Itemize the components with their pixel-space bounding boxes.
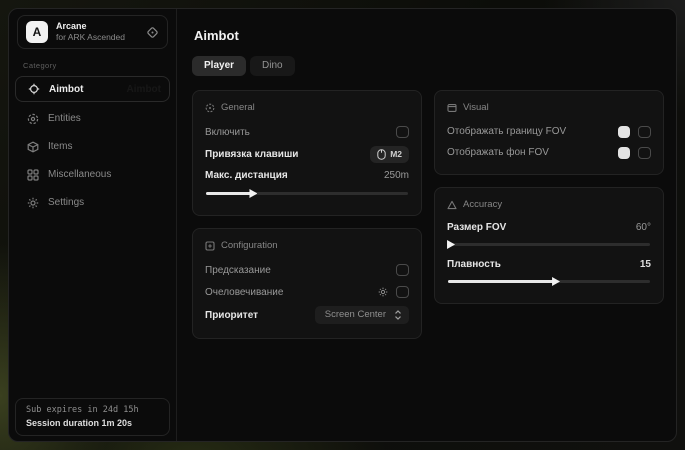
slider-thumb[interactable] bbox=[447, 240, 455, 249]
gear-icon bbox=[27, 197, 39, 209]
accuracy-section-icon bbox=[447, 200, 457, 210]
fov-bg-color-swatch[interactable] bbox=[618, 147, 630, 159]
app-subtitle: for ARK Ascended bbox=[56, 32, 138, 43]
tab-dino[interactable]: Dino bbox=[250, 56, 295, 76]
sidebar-item-settings[interactable]: Settings bbox=[9, 189, 176, 216]
fov-border-checkbox[interactable] bbox=[638, 126, 651, 138]
prediction-label: Предсказание bbox=[205, 265, 396, 276]
fov-size-slider[interactable] bbox=[448, 239, 650, 249]
fov-border-color-swatch[interactable] bbox=[618, 126, 630, 138]
humanize-checkbox[interactable] bbox=[396, 286, 409, 298]
sidebar-item-label: Items bbox=[48, 141, 72, 152]
sidebar-item-label: Entities bbox=[48, 113, 81, 124]
priority-selected-value: Screen Center bbox=[325, 309, 386, 320]
visual-section-title: Visual bbox=[463, 102, 489, 113]
app-logo: A bbox=[26, 21, 48, 43]
tab-bar: Player Dino bbox=[192, 56, 664, 76]
tab-player[interactable]: Player bbox=[192, 56, 246, 76]
keybind-label: Привязка клавиши bbox=[205, 149, 370, 160]
sidebar-item-label: Aimbot bbox=[49, 84, 83, 95]
fov-bg-label: Отображать фон FOV bbox=[447, 147, 618, 158]
keybind-value: M2 bbox=[390, 149, 402, 159]
chevron-up-down-icon bbox=[394, 310, 402, 320]
entities-icon bbox=[27, 113, 39, 125]
sidebar-item-ghost-text: Aimbot bbox=[127, 84, 161, 95]
configuration-card: Configuration Предсказание Очеловечивани… bbox=[192, 228, 422, 339]
sidebar-item-items[interactable]: Items bbox=[9, 133, 176, 160]
fov-border-label: Отображать границу FOV bbox=[447, 126, 618, 137]
smoothness-label: Плавность bbox=[447, 259, 640, 270]
max-distance-label: Макс. дистанция bbox=[205, 170, 384, 181]
priority-label: Приоритет bbox=[205, 310, 315, 321]
sub-expires-text: Sub expires in 24d 15h bbox=[26, 405, 159, 415]
keybind-button[interactable]: M2 bbox=[370, 146, 409, 163]
app-logo-card: A Arcane for ARK Ascended bbox=[17, 15, 168, 49]
visual-card: Visual Отображать границу FOV Отображать… bbox=[434, 90, 664, 175]
slider-thumb[interactable] bbox=[249, 189, 257, 198]
general-section-icon bbox=[205, 103, 215, 113]
sidebar-item-label: Miscellaneous bbox=[48, 169, 111, 180]
subscription-info: Sub expires in 24d 15h Session duration … bbox=[15, 398, 170, 436]
configuration-section-icon bbox=[205, 241, 215, 251]
grid-icon bbox=[27, 169, 39, 181]
box-icon bbox=[27, 141, 39, 153]
smoothness-slider[interactable] bbox=[448, 276, 650, 286]
sidebar-nav: Aimbot Aimbot Entities Items bbox=[9, 76, 176, 216]
general-section-title: General bbox=[221, 102, 255, 113]
app-name: Arcane bbox=[56, 21, 138, 32]
max-distance-slider[interactable] bbox=[206, 188, 408, 198]
prediction-checkbox[interactable] bbox=[396, 264, 409, 276]
fov-size-value: 60° bbox=[636, 222, 651, 233]
general-card: General Включить Привязка клавиши bbox=[192, 90, 422, 216]
smoothness-value: 15 bbox=[640, 259, 651, 270]
main-content: Aimbot Player Dino General bbox=[177, 9, 676, 441]
crosshair-icon bbox=[28, 83, 40, 95]
accuracy-section-title: Accuracy bbox=[463, 199, 502, 210]
sidebar: A Arcane for ARK Ascended Category bbox=[9, 9, 177, 441]
mouse-icon bbox=[377, 149, 386, 160]
gem-icon[interactable] bbox=[146, 26, 159, 39]
enable-label: Включить bbox=[205, 127, 396, 138]
humanize-label: Очеловечивание bbox=[205, 287, 378, 298]
slider-thumb[interactable] bbox=[552, 277, 560, 286]
sidebar-item-miscellaneous[interactable]: Miscellaneous bbox=[9, 161, 176, 188]
sidebar-item-aimbot[interactable]: Aimbot Aimbot bbox=[15, 76, 170, 102]
configuration-section-title: Configuration bbox=[221, 240, 278, 251]
priority-select[interactable]: Screen Center bbox=[315, 306, 409, 324]
page-title: Aimbot bbox=[194, 28, 664, 43]
category-label: Category bbox=[23, 61, 176, 70]
fov-size-label: Размер FOV bbox=[447, 222, 636, 233]
max-distance-value: 250m bbox=[384, 170, 409, 181]
session-duration-text: Session duration 1m 20s bbox=[26, 418, 159, 428]
humanize-settings-gear-icon[interactable] bbox=[378, 287, 388, 297]
enable-checkbox[interactable] bbox=[396, 126, 409, 138]
overlay-window: A Arcane for ARK Ascended Category bbox=[8, 8, 677, 442]
accuracy-card: Accuracy Размер FOV 60° Плавность 15 bbox=[434, 187, 664, 304]
fov-bg-checkbox[interactable] bbox=[638, 147, 651, 159]
sidebar-item-label: Settings bbox=[48, 197, 84, 208]
visual-section-icon bbox=[447, 103, 457, 113]
sidebar-item-entities[interactable]: Entities bbox=[9, 105, 176, 132]
